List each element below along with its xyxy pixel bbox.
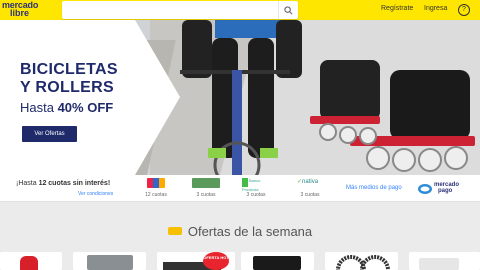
hero-banner[interactable]: BICICLETAS Y ROLLERS Hasta 40% OFF Ver O… xyxy=(0,20,480,175)
more-payment-methods-link[interactable]: Más medios de pago xyxy=(346,185,402,191)
payment-option-nativa[interactable]: ✓nativa 3 cuotas xyxy=(290,178,330,200)
logo-text-line2: libre xyxy=(10,8,30,18)
product-image xyxy=(20,256,38,270)
tag-icon xyxy=(167,227,182,235)
payment-option-cards[interactable]: 12 cuotas xyxy=(136,178,176,200)
ver-ofertas-button[interactable]: Ver Ofertas xyxy=(22,126,77,142)
conditions-link[interactable]: Ver condiciones xyxy=(78,191,113,197)
login-link[interactable]: Ingresa xyxy=(424,5,447,12)
payment-option-label: 3 cuotas xyxy=(196,192,216,198)
search-button[interactable] xyxy=(278,1,298,19)
product-image xyxy=(253,256,301,270)
hero-subtitle-prefix: Hasta xyxy=(20,100,58,115)
payment-option-label: 3 cuotas xyxy=(300,192,320,198)
mercadopago-logo[interactable]: mercado pago xyxy=(418,180,459,198)
payment-option-label: 3 cuotas xyxy=(246,192,266,198)
installments-title: ¡Hasta 12 cuotas sin interés! xyxy=(16,180,110,187)
mercadopago-text: mercado pago xyxy=(434,182,459,194)
hot-offer-badge: OFERTA HOT xyxy=(203,252,229,270)
hero-title-line2: Y ROLLERS xyxy=(20,79,114,96)
product-card[interactable] xyxy=(325,252,398,270)
hero-white-panel xyxy=(0,20,180,175)
product-image xyxy=(87,255,133,270)
search-icon xyxy=(284,5,293,14)
product-card[interactable]: OFERTA HOT xyxy=(157,252,235,270)
payment-option-green-card[interactable]: 3 cuotas xyxy=(186,178,226,200)
hero-subtitle-discount: 40% OFF xyxy=(57,100,114,115)
installments-bold: 12 cuotas sin interés! xyxy=(38,180,111,187)
mercadolibre-logo[interactable]: mercado libre xyxy=(2,1,48,19)
payment-option-label: 12 cuotas xyxy=(145,192,167,198)
product-card[interactable] xyxy=(409,252,480,270)
search-box xyxy=(62,1,298,19)
offers-section-title: Ofertas de la semana xyxy=(0,224,480,239)
mercadopago-line2: pago xyxy=(438,188,453,194)
payments-strip: ¡Hasta 12 cuotas sin interés! Ver condic… xyxy=(0,175,480,202)
help-icon[interactable]: ? xyxy=(458,4,470,16)
banco-provincia-icon: Banco Provincia xyxy=(242,178,270,192)
product-card[interactable] xyxy=(0,252,62,270)
green-card-icon xyxy=(192,178,220,188)
handshake-icon xyxy=(418,184,432,194)
hero-title-line1: BICICLETAS xyxy=(20,61,118,78)
payment-option-banco-provincia[interactable]: Banco Provincia 3 cuotas xyxy=(236,178,276,200)
installments-prefix: ¡Hasta xyxy=(16,180,39,187)
search-input[interactable] xyxy=(66,3,276,17)
product-card[interactable] xyxy=(241,252,314,270)
hero-title: BICICLETAS Y ROLLERS xyxy=(20,61,118,97)
nativa-icon: ✓nativa xyxy=(297,179,319,185)
nativa-name: nativa xyxy=(302,179,319,185)
register-link[interactable]: Regístrate xyxy=(381,5,413,12)
hero-subtitle: Hasta 40% OFF xyxy=(20,100,113,115)
product-card[interactable] xyxy=(73,252,146,270)
product-image xyxy=(336,255,390,270)
header: mercado libre Regístrate Ingresa ? xyxy=(0,0,480,20)
product-image xyxy=(419,258,459,270)
credit-cards-icon xyxy=(147,178,165,188)
offers-title-text: Ofertas de la semana xyxy=(187,224,313,239)
